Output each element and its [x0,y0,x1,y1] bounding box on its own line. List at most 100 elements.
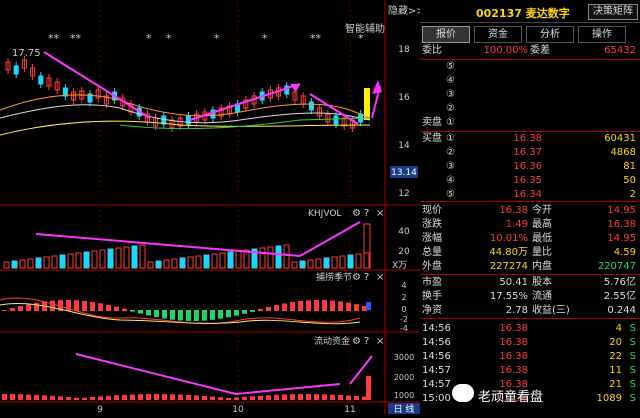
period-tab-label: 日 线 [394,403,415,414]
svg-text:**: ** [48,32,60,45]
flow-bar [66,397,71,400]
flow-bar [250,396,255,400]
flow-bar [34,394,39,400]
flow-bar [242,396,247,400]
fundamental-row: 市盈 50.41 股本 5.76亿 [422,277,636,288]
ask-level: ⑤ [446,61,455,72]
date-label: 9 [97,405,103,414]
season-bar [298,301,303,311]
flow-bar [2,394,7,400]
season-bar [170,310,175,320]
season-bar [98,303,103,311]
flow-bar [146,394,151,400]
season-bar [330,300,335,311]
volume-bar [323,257,330,269]
svg-text:20: 20 [398,247,410,257]
question-icon: ? [364,208,369,219]
volume-bar [155,260,162,269]
price-tick: 16 [398,93,410,103]
flow-bar [234,397,239,400]
season-bar [26,304,31,311]
decision-matrix-button[interactable]: 决策矩阵 [588,4,638,20]
flow-bar [58,396,63,400]
flow-panel-label: 流动资金 [314,335,350,347]
tick-row: 14:56 16.38 20 S [422,337,636,348]
season-bar [346,302,351,311]
quote-row: 外盘 227274 内盘 220747 [422,261,636,272]
gear-icon: ⚙ [352,336,361,347]
svg-text:*: * [146,32,152,45]
tab-funds[interactable]: 资金 [474,26,522,43]
panel-tabs: 报价 资金 分析 操作 [420,26,640,43]
svg-text:*: * [358,32,364,45]
season-bar [146,310,151,316]
flow-bar [366,376,371,400]
stock-code: 002137 麦达数字 [476,7,570,20]
season-bar [322,300,327,311]
svg-text:40: 40 [398,227,410,237]
flow-bar [178,394,183,400]
volume-bar [131,245,138,269]
season-bar [314,300,319,311]
candle-limit-up [364,88,370,120]
bid-row: ② 16.37 4868 [446,147,636,158]
kline-chart[interactable]: 18 16 14 12 13.14 隐藏>> 智能辅助 17.75 **** *… [0,0,425,415]
season-bar [74,300,79,311]
tab-analysis[interactable]: 分析 [526,26,574,43]
season-bar [250,310,255,312]
commission-row: 委比 100.00% 委差 65432 [422,45,636,56]
tab-operate[interactable]: 操作 [578,26,626,43]
quote-row: 总量 44.80万 量比 4.59 [422,247,636,258]
question-icon: ? [364,272,369,283]
season-bar [266,306,271,311]
flow-bar [202,395,207,400]
volume-bar [107,248,114,269]
season-bar [34,302,39,311]
volume-bar [227,251,234,269]
date-label: 10 [232,405,244,414]
season-bar [178,310,183,321]
season-bar [50,300,55,311]
close-icon: × [376,208,384,219]
svg-text:*: * [262,32,268,45]
season-bar [242,310,247,314]
question-icon: ? [364,336,369,347]
tab-quote[interactable]: 报价 [422,26,470,43]
flow-bar [138,394,143,400]
svg-text:*: * [214,32,220,45]
season-bar [282,303,287,311]
season-bar [354,304,359,311]
flow-bar [50,395,55,400]
season-bar [226,310,231,318]
gear-icon: ⚙ [352,272,361,283]
svg-text:-4: -4 [400,324,408,333]
bid-row: 买盘 ① 16.38 60431 [422,133,636,144]
chart-area[interactable]: 18 16 14 12 13.14 隐藏>> 智能辅助 17.75 **** *… [0,0,425,415]
quote-panel: 002137 麦达数字 决策矩阵 报价 资金 分析 操作 委比 100.00% … [420,0,640,414]
flow-bar [98,396,103,400]
season-bar [114,306,119,311]
season-bar [106,304,111,311]
flow-bar [306,394,311,400]
flow-bar [194,395,199,400]
svg-text:X万: X万 [392,261,407,271]
volume-bar [203,254,210,269]
ask-level: ③ [446,89,455,100]
ask-level: 卖盘 ① [422,117,455,128]
flow-bar [26,394,31,400]
season-bar [210,310,215,320]
season-bar [290,302,295,311]
volume-bar [347,254,354,269]
bid-row: ④ 16.35 50 [446,175,636,186]
flow-bar [106,395,111,400]
flow-bar [218,397,223,400]
flow-bar [122,394,127,400]
season-bar [186,310,191,321]
quote-row: 涨幅 10.01% 最低 14.95 [422,233,636,244]
flow-bar [10,394,15,400]
flow-bar [298,394,303,400]
flow-bar [338,394,343,400]
flow-bar [186,394,191,400]
price-tick: 18 [398,45,410,55]
candle [308,101,314,111]
